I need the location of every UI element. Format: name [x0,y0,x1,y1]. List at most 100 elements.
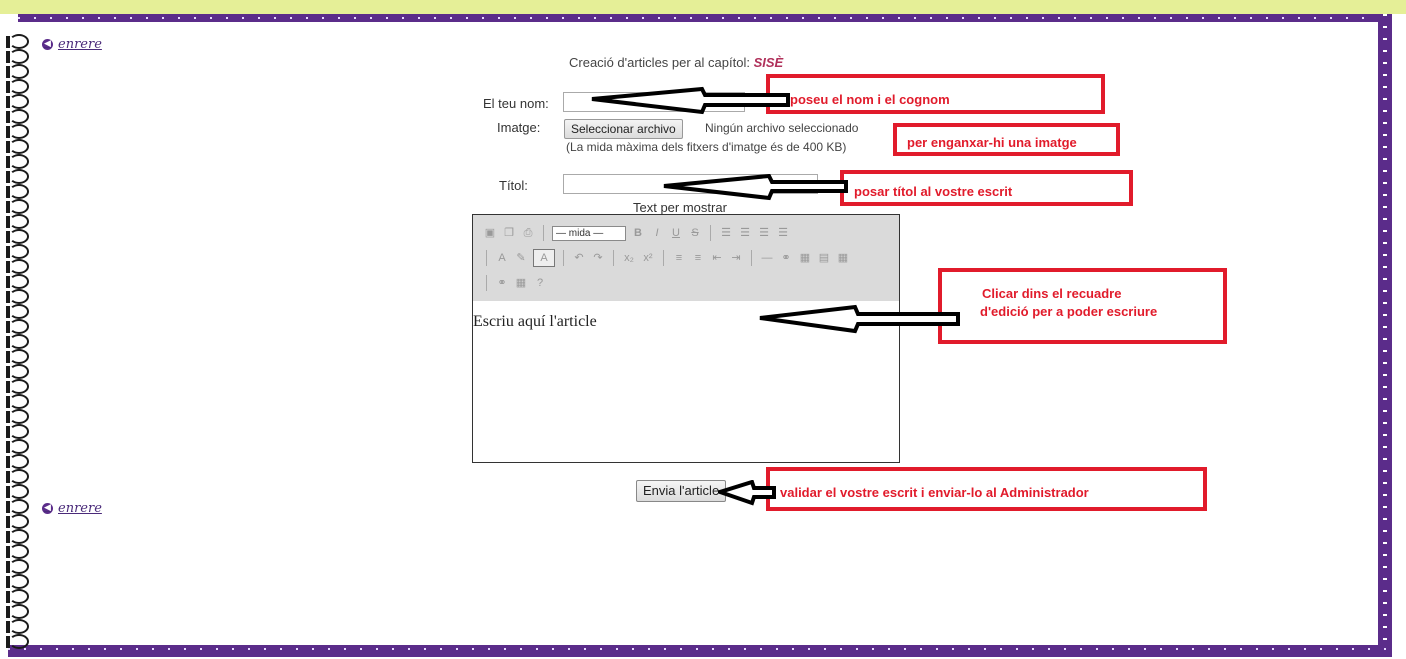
circle-left-icon: ◀ [42,503,53,514]
spiral-ring [6,439,29,454]
copy-icon[interactable]: ❐ [502,226,516,240]
link-icon[interactable]: ⚭ [779,251,793,265]
spiral-ring [6,379,29,394]
circle-left-icon: ◀ [42,39,53,50]
align-right-icon[interactable]: ☰ [757,226,771,240]
redo-icon[interactable]: ↷ [591,251,605,265]
ordered-list-icon[interactable]: ≡ [672,251,686,265]
underline-icon[interactable]: U [669,226,683,240]
indent-icon[interactable]: ⇥ [729,251,743,265]
spiral-ring [6,484,29,499]
spiral-ring [6,199,29,214]
spiral-ring [6,334,29,349]
spiral-ring [6,274,29,289]
spiral-ring [6,289,29,304]
spiral-ring [6,469,29,484]
page-title: Creació d'articles per al capítol: SISÈ [569,55,784,70]
annotation-name: poseu el nom i el cognom [766,74,1105,114]
arrow-left-icon [718,480,776,506]
text-color-icon[interactable]: A [495,251,509,265]
title-label: Títol: [499,178,528,193]
spiral-ring [6,529,29,544]
undo-icon[interactable]: ↶ [572,251,586,265]
editor-caption: Text per mostrar [633,200,727,215]
help-icon[interactable]: ? [533,276,547,290]
spiral-ring [6,424,29,439]
arrow-left-icon [591,86,790,115]
back-link-top[interactable]: ◀ enrere [42,37,102,52]
spiral-ring [6,319,29,334]
spiral-ring [6,94,29,109]
select-file-button[interactable]: Seleccionar archivo [564,119,683,139]
file-status: Ningún archivo seleccionado [705,121,859,135]
font-size-select[interactable]: — mida — [552,225,626,241]
spiral-ring [6,589,29,604]
highlight-icon[interactable]: ✎ [514,251,528,265]
spiral-ring [6,604,29,619]
italic-icon[interactable]: I [650,226,664,240]
html-source-icon[interactable]: ⚭ [495,276,509,290]
spiral-ring [6,184,29,199]
top-strip [0,0,1406,14]
frame-bottom-border [8,645,1390,657]
bold-icon[interactable]: B [631,226,645,240]
font-format-icon[interactable]: A [533,249,555,267]
spiral-ring [6,34,29,49]
spiral-ring [6,559,29,574]
annotation-image: per enganxar-hi una imatge [893,123,1120,156]
spiral-ring [6,544,29,559]
spiral-ring [6,214,29,229]
align-justify-icon[interactable]: ☰ [776,226,790,240]
arrow-left-icon [759,304,960,334]
grid-icon[interactable]: ▦ [514,276,528,290]
back-link-label: enrere [58,501,102,516]
spiral-ring [6,154,29,169]
spiral-ring [6,499,29,514]
spiral-ring [6,49,29,64]
unordered-list-icon[interactable]: ≡ [691,251,705,265]
spiral-ring [6,64,29,79]
chapter-name: SISÈ [753,55,784,70]
annotation-title: posar títol al vostre escrit [840,170,1133,206]
strikethrough-icon[interactable]: S [688,226,702,240]
image-label: Imatge: [497,120,541,135]
annotation-submit: validar el vostre escrit i enviar-lo al … [766,467,1207,511]
spiral-ring [6,79,29,94]
special-char-icon[interactable]: ▦ [836,251,850,265]
subscript-icon[interactable]: x₂ [622,251,636,265]
spiral-ring [6,124,29,139]
editor-toolbar: ▣ ❐ ⎙ — mida — B I U S ☰ ☰ ☰ ☰ A ✎ A ↶ ↷… [473,215,899,301]
align-center-icon[interactable]: ☰ [738,226,752,240]
annotation-editor: Clicar dins el recuadre d'edició per a p… [938,268,1227,344]
spiral-ring [6,514,29,529]
spiral-ring [6,109,29,124]
print-icon[interactable]: ⎙ [521,226,535,240]
arrow-left-icon [663,174,848,201]
spiral-ring [6,169,29,184]
spiral-ring [6,304,29,319]
spiral-ring [6,574,29,589]
image-icon[interactable]: ▦ [798,251,812,265]
spiral-ring [6,634,29,649]
spiral-ring [6,139,29,154]
submit-article-button[interactable]: Envia l'article [636,480,727,502]
spiral-ring [6,259,29,274]
spiral-ring [6,229,29,244]
table-icon[interactable]: ▤ [817,251,831,265]
spiral-ring [6,454,29,469]
spiral-ring [6,364,29,379]
spiral-ring [6,394,29,409]
outdent-icon[interactable]: ⇤ [710,251,724,265]
paste-icon[interactable]: ▣ [483,226,497,240]
back-link-bottom[interactable]: ◀ enrere [42,501,102,516]
frame-right-border [1378,14,1392,657]
editor-text: Escriu aquí l'article [473,313,597,330]
back-link-label: enrere [58,37,102,52]
file-size-note: (La mida màxima dels fitxers d'imatge és… [566,140,847,154]
frame-top-border [18,14,1390,22]
horizontal-rule-icon[interactable]: — [760,251,774,265]
name-label: El teu nom: [483,96,549,111]
align-left-icon[interactable]: ☰ [719,226,733,240]
spiral-ring [6,349,29,364]
superscript-icon[interactable]: x² [641,251,655,265]
